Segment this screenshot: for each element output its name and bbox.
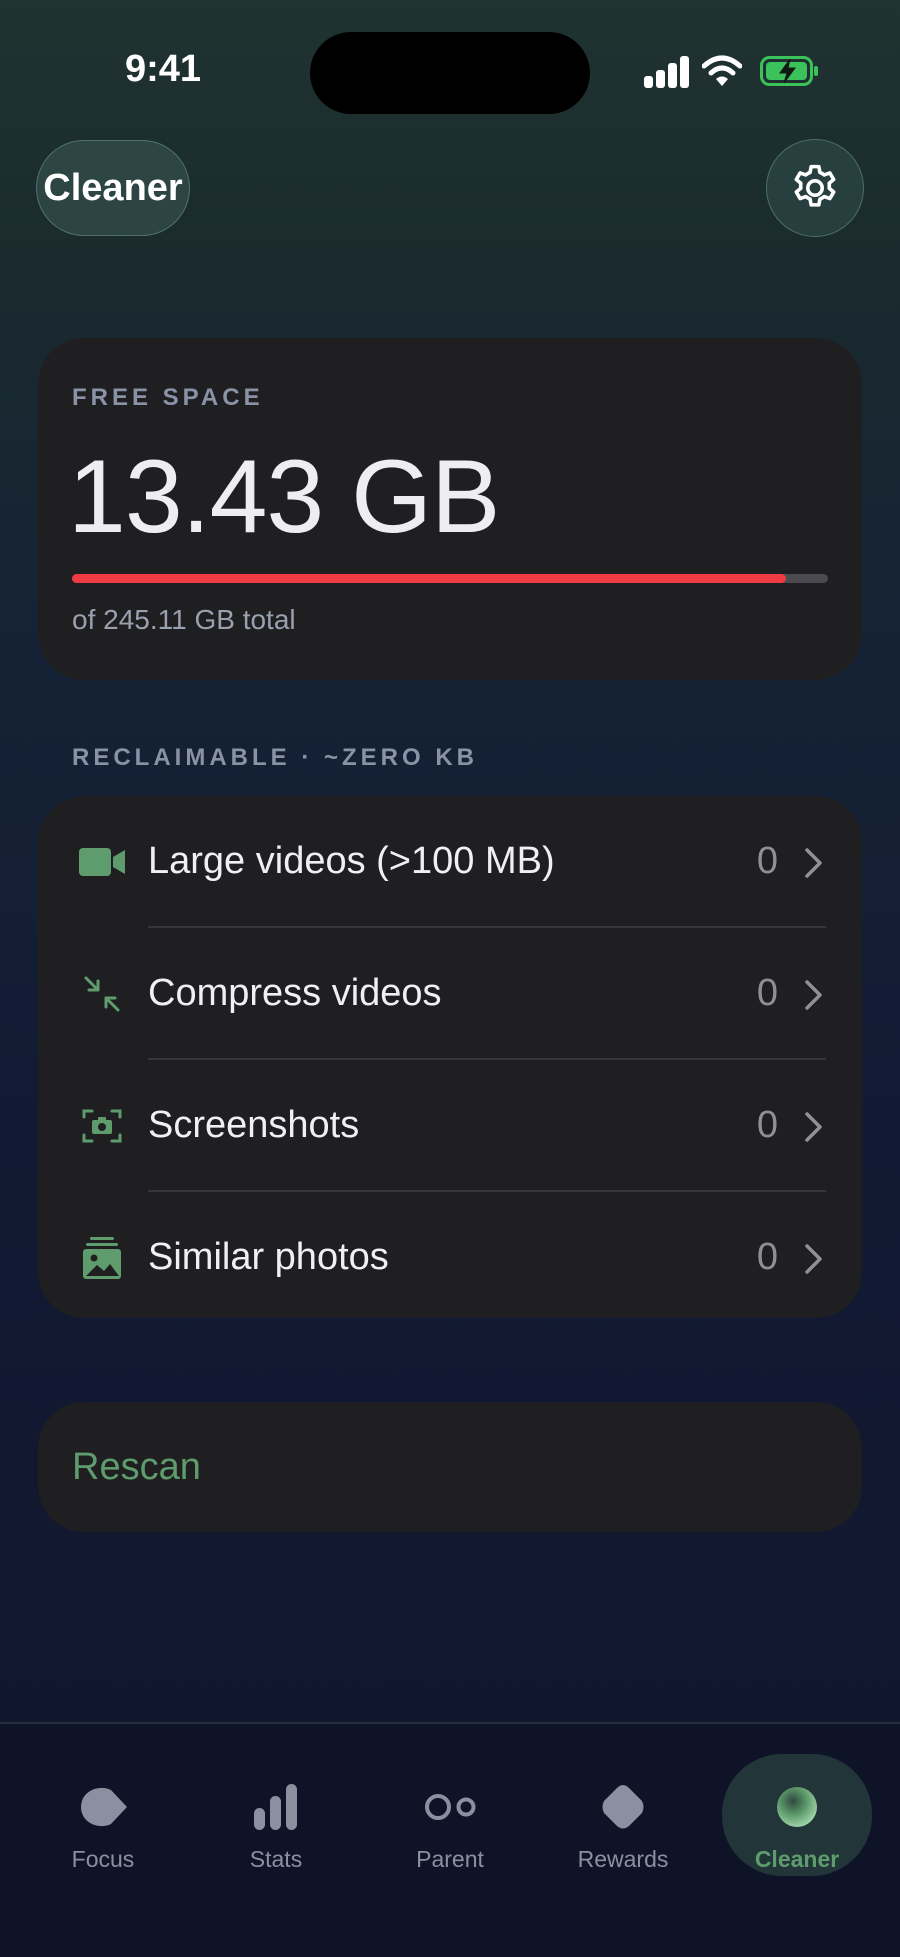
focus-icon [81,1787,127,1827]
tab-rewards[interactable]: Rewards [548,1754,698,1876]
battery-charging-icon [760,56,818,86]
chevron-right-icon [805,1112,822,1142]
list-item-label: Large videos (>100 MB) [148,840,555,882]
list-item-count: 0 [756,1236,778,1278]
list-item-similar-photos[interactable]: Similar photos 0 [38,1192,862,1324]
cellular-signal-icon [644,56,690,88]
gear-icon [794,164,836,207]
settings-button[interactable] [766,139,864,237]
tab-parent[interactable]: Parent [375,1754,525,1876]
chevron-right-icon [805,980,822,1010]
storage-usage-fill [72,574,787,583]
status-time: 9:41 [125,48,202,90]
chevron-right-icon [805,848,822,878]
tab-label: Rewards [577,1846,669,1872]
free-space-card: FREE SPACE 13.43 GB of 245.11 GB total [38,338,862,680]
tab-bar: Focus Stats Parent Rewards Cleaner [0,1722,900,1957]
tab-cleaner[interactable]: Cleaner [722,1754,872,1876]
dynamic-island [310,32,590,114]
free-space-value: 13.43 GB [68,439,500,555]
tab-focus[interactable]: Focus [28,1754,178,1876]
cleaner-orb-icon [777,1787,817,1827]
tab-stats[interactable]: Stats [201,1754,351,1876]
list-item-label: Compress videos [148,972,442,1014]
tab-label: Parent [416,1846,484,1872]
total-storage-text: of 245.11 GB total [72,604,296,635]
tab-label: Stats [249,1846,303,1872]
list-item-count: 0 [756,972,778,1014]
wifi-icon [702,55,742,86]
diamond-icon [602,1785,644,1829]
list-item-screenshots[interactable]: Screenshots 0 [38,1060,862,1192]
chevron-right-icon [805,1244,822,1274]
compress-arrows-icon [78,970,126,1018]
list-item-label: Screenshots [148,1104,360,1146]
video-camera-icon [78,838,126,886]
bar-chart-icon [254,1784,297,1830]
list-item-label: Similar photos [148,1236,389,1278]
photo-stack-icon [78,1234,126,1282]
list-item-count: 0 [756,1104,778,1146]
list-item-count: 0 [756,840,778,882]
reclaimable-list: Large videos (>100 MB) 0 Compress videos… [38,796,862,1318]
free-space-label: FREE SPACE [72,384,264,411]
app-title-button[interactable]: Cleaner [36,140,190,236]
tab-label: Cleaner [754,1846,840,1872]
screenshot-camera-icon [78,1102,126,1150]
storage-usage-bar [72,574,828,583]
parent-circles-icon [425,1794,476,1820]
reclaimable-label: RECLAIMABLE · ~ZERO KB [72,744,478,771]
list-item-large-videos[interactable]: Large videos (>100 MB) 0 [38,796,862,928]
rescan-label: Rescan [72,1446,201,1488]
rescan-button[interactable]: Rescan [38,1402,862,1532]
tab-label: Focus [71,1846,135,1872]
list-item-compress-videos[interactable]: Compress videos 0 [38,928,862,1060]
